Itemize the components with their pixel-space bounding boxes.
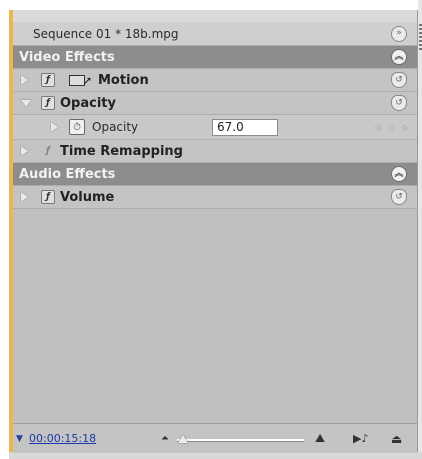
expand-triangle-icon[interactable]: [51, 122, 58, 132]
video-effects-header[interactable]: Video Effects ︽: [13, 46, 417, 69]
effects-empty-area: [13, 209, 417, 423]
audio-effects-header[interactable]: Audio Effects ︽: [13, 163, 417, 186]
play-audio-icon[interactable]: ▶♪: [353, 432, 368, 445]
playhead-marker-icon: ▼: [16, 433, 23, 444]
double-chevron-up-icon[interactable]: ︽: [391, 166, 407, 182]
effect-row-time-remapping[interactable]: ƒ Time Remapping: [13, 140, 417, 163]
effect-controls-panel: Sequence 01 * 18b.mpg » Video Effects ︽ …: [13, 10, 422, 453]
current-timecode[interactable]: 00:00:15:18: [29, 432, 96, 445]
effect-row-opacity[interactable]: ƒ Opacity ↺: [13, 92, 417, 115]
export-icon[interactable]: ⏏: [391, 432, 402, 446]
expand-triangle-icon[interactable]: [21, 192, 28, 202]
effect-name-time-remapping: Time Remapping: [60, 143, 183, 159]
effect-row-motion[interactable]: ƒ ➚ Motion ↺: [13, 69, 417, 92]
effect-row-volume[interactable]: ƒ Volume ↺: [13, 186, 417, 209]
next-keyframe-icon[interactable]: ▷: [403, 123, 409, 132]
fx-toggle-icon[interactable]: ƒ: [41, 73, 55, 87]
opacity-value-field[interactable]: 67.0: [212, 118, 278, 136]
zoom-slider-thumb[interactable]: [178, 435, 189, 443]
sequence-clip-title: Sequence 01 * 18b.mpg: [33, 26, 179, 41]
expand-triangle-icon[interactable]: [21, 75, 28, 85]
sequence-clip-row: Sequence 01 * 18b.mpg »: [13, 22, 417, 46]
double-chevron-up-icon[interactable]: ︽: [391, 49, 407, 65]
effect-name-motion: Motion: [98, 72, 149, 88]
add-keyframe-icon[interactable]: ◇: [389, 123, 395, 132]
audio-effects-title: Audio Effects: [19, 166, 116, 182]
window-bottom-edge: [9, 452, 422, 459]
zoom-in-icon[interactable]: ⛰: [315, 431, 325, 446]
fx-toggle-icon: ƒ: [46, 146, 50, 156]
reset-icon[interactable]: ↺: [391, 72, 407, 88]
previous-keyframe-icon[interactable]: ◁: [375, 123, 381, 132]
zoom-out-icon[interactable]: ⏶: [161, 433, 169, 444]
property-label-opacity: Opacity: [92, 120, 139, 134]
effect-name-opacity: Opacity: [60, 95, 116, 111]
cursor-arrow-icon: ➚: [83, 73, 93, 87]
double-chevron-right-icon[interactable]: »: [391, 25, 407, 42]
stopwatch-icon[interactable]: ⏱: [69, 119, 85, 135]
effect-name-volume: Volume: [60, 189, 115, 205]
window-top-border: [8, 0, 422, 10]
reset-icon[interactable]: ↺: [391, 189, 407, 205]
window-right-edge: [418, 0, 422, 459]
fx-toggle-icon[interactable]: ƒ: [41, 96, 55, 110]
video-effects-title: Video Effects: [19, 49, 115, 65]
zoom-slider-track[interactable]: [177, 439, 304, 442]
expand-triangle-icon[interactable]: [21, 146, 28, 156]
keyframe-navigator: ◁ ◇ ▷: [375, 123, 409, 132]
effect-controls-footer: ▼ 00:00:15:18 ⏶ ⛰ ▶♪ ⏏: [13, 423, 417, 453]
reset-icon[interactable]: ↺: [391, 95, 407, 111]
collapse-triangle-icon[interactable]: [21, 99, 31, 107]
property-row-opacity: ⏱ Opacity 67.0 ◁ ◇ ▷: [13, 115, 417, 140]
fx-toggle-icon[interactable]: ƒ: [41, 190, 55, 204]
